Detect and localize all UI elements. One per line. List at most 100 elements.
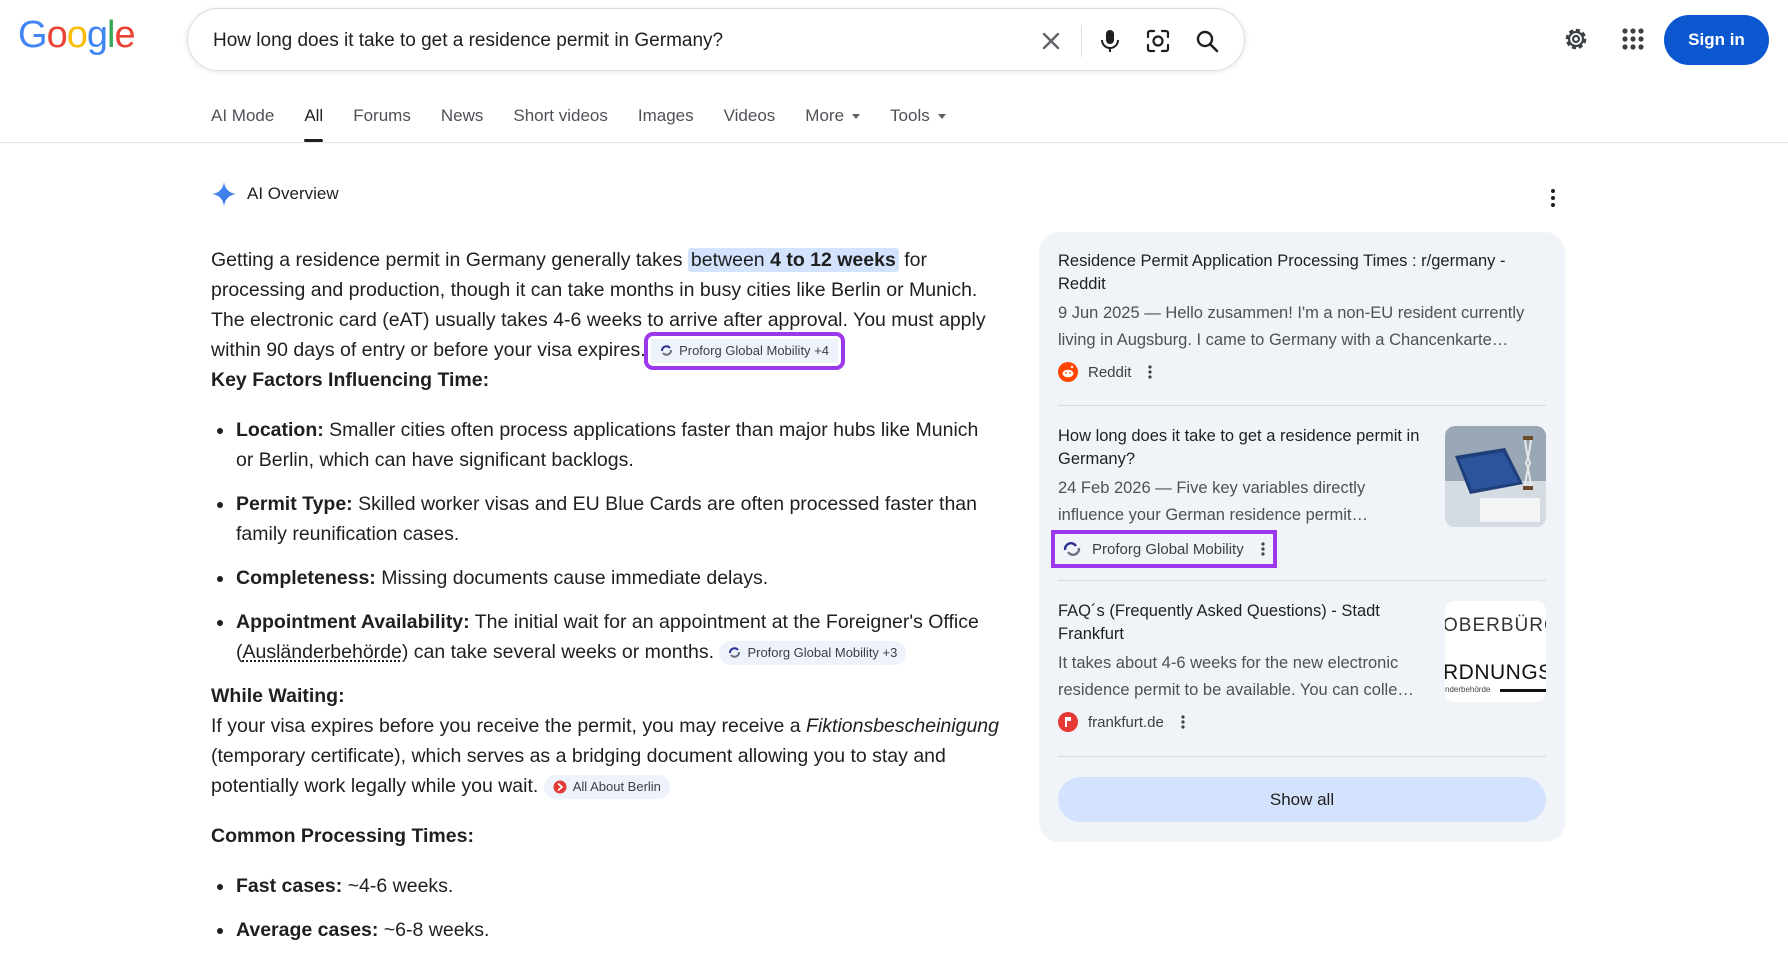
source-site: frankfurt.de <box>1088 713 1164 731</box>
source-snippet: 24 Feb 2026 — Five key variables directl… <box>1058 479 1368 524</box>
factor-label: Location: <box>236 419 324 441</box>
auslaenderbehoerde-link[interactable]: Ausländerbehörde <box>243 641 402 663</box>
source-divider <box>1058 580 1546 581</box>
more-options-icon[interactable] <box>1260 541 1266 557</box>
tabs-divider <box>0 142 1788 143</box>
source-thumbnail[interactable]: OBERBÜRGE RDNUNGSA nderbehörde <box>1445 601 1546 702</box>
sparkle-icon <box>212 182 236 206</box>
chevron-down-icon <box>937 114 946 120</box>
factor-text: ) can take several weeks or months. <box>401 641 720 663</box>
source-title[interactable]: FAQ´s (Frequently Asked Questions) - Sta… <box>1058 600 1428 646</box>
clear-icon[interactable] <box>1036 26 1066 56</box>
source-title[interactable]: Residence Permit Application Processing … <box>1058 250 1546 296</box>
source-meta: Proforg Global Mobility <box>1051 530 1277 568</box>
tab-short-videos[interactable]: Short videos <box>513 100 608 142</box>
time-text: ~4-6 weeks. <box>342 875 454 897</box>
thumb-rule <box>1500 689 1546 692</box>
processing-times-list: Fast cases: ~4-6 weeks. Average cases: ~… <box>211 871 1001 945</box>
time-label: Fast cases: <box>236 875 343 897</box>
ai-overview-body: Getting a residence permit in Germany ge… <box>211 245 1001 959</box>
source-chip-label: All About Berlin <box>572 778 661 794</box>
highlight-text-b: 4 to 12 weeks <box>770 249 896 271</box>
tab-more-label: More <box>805 106 845 125</box>
source-meta: Reddit <box>1058 362 1546 382</box>
factor-label: Permit Type: <box>236 493 353 515</box>
tab-news[interactable]: News <box>441 100 484 142</box>
tab-videos[interactable]: Videos <box>724 100 776 142</box>
source-card-proforg[interactable]: How long does it take to get a residence… <box>1051 425 1428 568</box>
source-snippet: It takes about 4-6 weeks for the new ele… <box>1058 654 1414 699</box>
all-about-berlin-icon <box>553 780 567 794</box>
thumb-text: RDNUNGSA <box>1445 661 1546 684</box>
while-waiting-text: If your visa expires before you receive … <box>211 711 1001 801</box>
tab-tools-label: Tools <box>890 106 930 125</box>
common-times-heading: Common Processing Times: <box>211 825 474 847</box>
intro-text-a: Getting a residence permit in Germany ge… <box>211 249 688 271</box>
tab-more[interactable]: More <box>805 100 861 142</box>
tab-tools[interactable]: Tools <box>890 100 946 142</box>
factor-text: Missing documents cause immediate delays… <box>375 567 769 589</box>
source-card-frankfurt[interactable]: FAQ´s (Frequently Asked Questions) - Sta… <box>1058 600 1428 732</box>
sign-in-button[interactable]: Sign in <box>1664 15 1769 65</box>
list-item: Average cases: ~6-8 weeks. <box>211 915 1001 945</box>
list-item: Permit Type: Skilled worker visas and EU… <box>211 489 1001 549</box>
tab-images[interactable]: Images <box>638 100 694 142</box>
source-thumbnail[interactable] <box>1445 426 1546 527</box>
source-card-reddit[interactable]: Residence Permit Application Processing … <box>1058 250 1546 382</box>
more-options-icon[interactable] <box>1543 186 1563 210</box>
search-tabs: AI Mode All Forums News Short videos Ima… <box>211 100 976 142</box>
source-chip[interactable]: Proforg Global Mobility +4 <box>644 331 845 370</box>
reddit-icon <box>1058 362 1078 382</box>
proforg-logo-icon <box>1062 539 1082 559</box>
source-chip-label: Proforg Global Mobility +3 <box>747 644 898 660</box>
settings-icon[interactable] <box>1561 24 1591 54</box>
ai-overview-title: AI Overview <box>247 184 339 203</box>
logo-letter-o2: o <box>66 14 88 56</box>
apps-icon[interactable] <box>1618 24 1648 54</box>
frankfurt-icon <box>1058 712 1078 732</box>
source-chip[interactable]: All About Berlin <box>543 774 670 799</box>
search-box[interactable]: How long does it take to get a residence… <box>187 8 1245 71</box>
waiting-term: Fiktionsbescheinigung <box>806 715 999 737</box>
tab-forums[interactable]: Forums <box>353 100 411 142</box>
logo-letter-o1: o <box>46 14 68 56</box>
tab-all[interactable]: All <box>304 100 323 142</box>
while-waiting-heading: While Waiting: <box>211 685 345 707</box>
search-icon[interactable] <box>1192 26 1222 56</box>
thumb-text: nderbehörde <box>1445 685 1491 694</box>
tab-ai-mode[interactable]: AI Mode <box>211 100 274 142</box>
mic-icon[interactable] <box>1095 26 1125 56</box>
list-item: Fast cases: ~4-6 weeks. <box>211 871 1001 901</box>
time-text: ~6-8 weeks. <box>378 919 490 941</box>
factor-label: Appointment Availability: <box>236 611 470 633</box>
google-logo[interactable]: Google <box>18 14 136 56</box>
list-item: Completeness: Missing documents cause im… <box>211 563 1001 593</box>
list-item: Location: Smaller cities often process a… <box>211 415 1001 475</box>
more-options-icon[interactable] <box>1180 714 1186 730</box>
logo-letter-g2: g <box>86 14 108 56</box>
chevron-down-icon <box>852 114 861 120</box>
source-divider <box>1058 405 1546 406</box>
overview-intro: Getting a residence permit in Germany ge… <box>211 245 1001 370</box>
highlighted-answer: between 4 to 12 weeks <box>687 248 899 272</box>
factor-text: Smaller cities often process application… <box>236 419 979 471</box>
more-options-icon[interactable] <box>1147 364 1153 380</box>
source-site: Reddit <box>1088 363 1132 381</box>
key-factors-heading: Key Factors Influencing Time: <box>211 369 490 391</box>
source-snippet: 9 Jun 2025 — Hello zusammen! I'm a non-E… <box>1058 304 1525 349</box>
search-divider <box>1081 25 1082 57</box>
show-all-button[interactable]: Show all <box>1058 777 1546 822</box>
source-chip[interactable]: Proforg Global Mobility +3 <box>719 640 907 665</box>
source-site: Proforg Global Mobility <box>1092 540 1244 558</box>
source-title[interactable]: How long does it take to get a residence… <box>1058 425 1428 471</box>
thumb-text: OBERBÜRGE <box>1445 615 1546 636</box>
lens-icon[interactable] <box>1143 26 1173 56</box>
proforg-logo-icon <box>728 646 741 659</box>
proforg-logo-icon <box>660 344 673 357</box>
logo-letter-g: G <box>18 14 48 56</box>
search-input[interactable]: How long does it take to get a residence… <box>213 9 723 72</box>
factor-label: Completeness: <box>236 567 376 589</box>
source-meta: frankfurt.de <box>1058 712 1428 732</box>
logo-letter-e: e <box>114 14 135 56</box>
time-label: Average cases: <box>236 919 379 941</box>
